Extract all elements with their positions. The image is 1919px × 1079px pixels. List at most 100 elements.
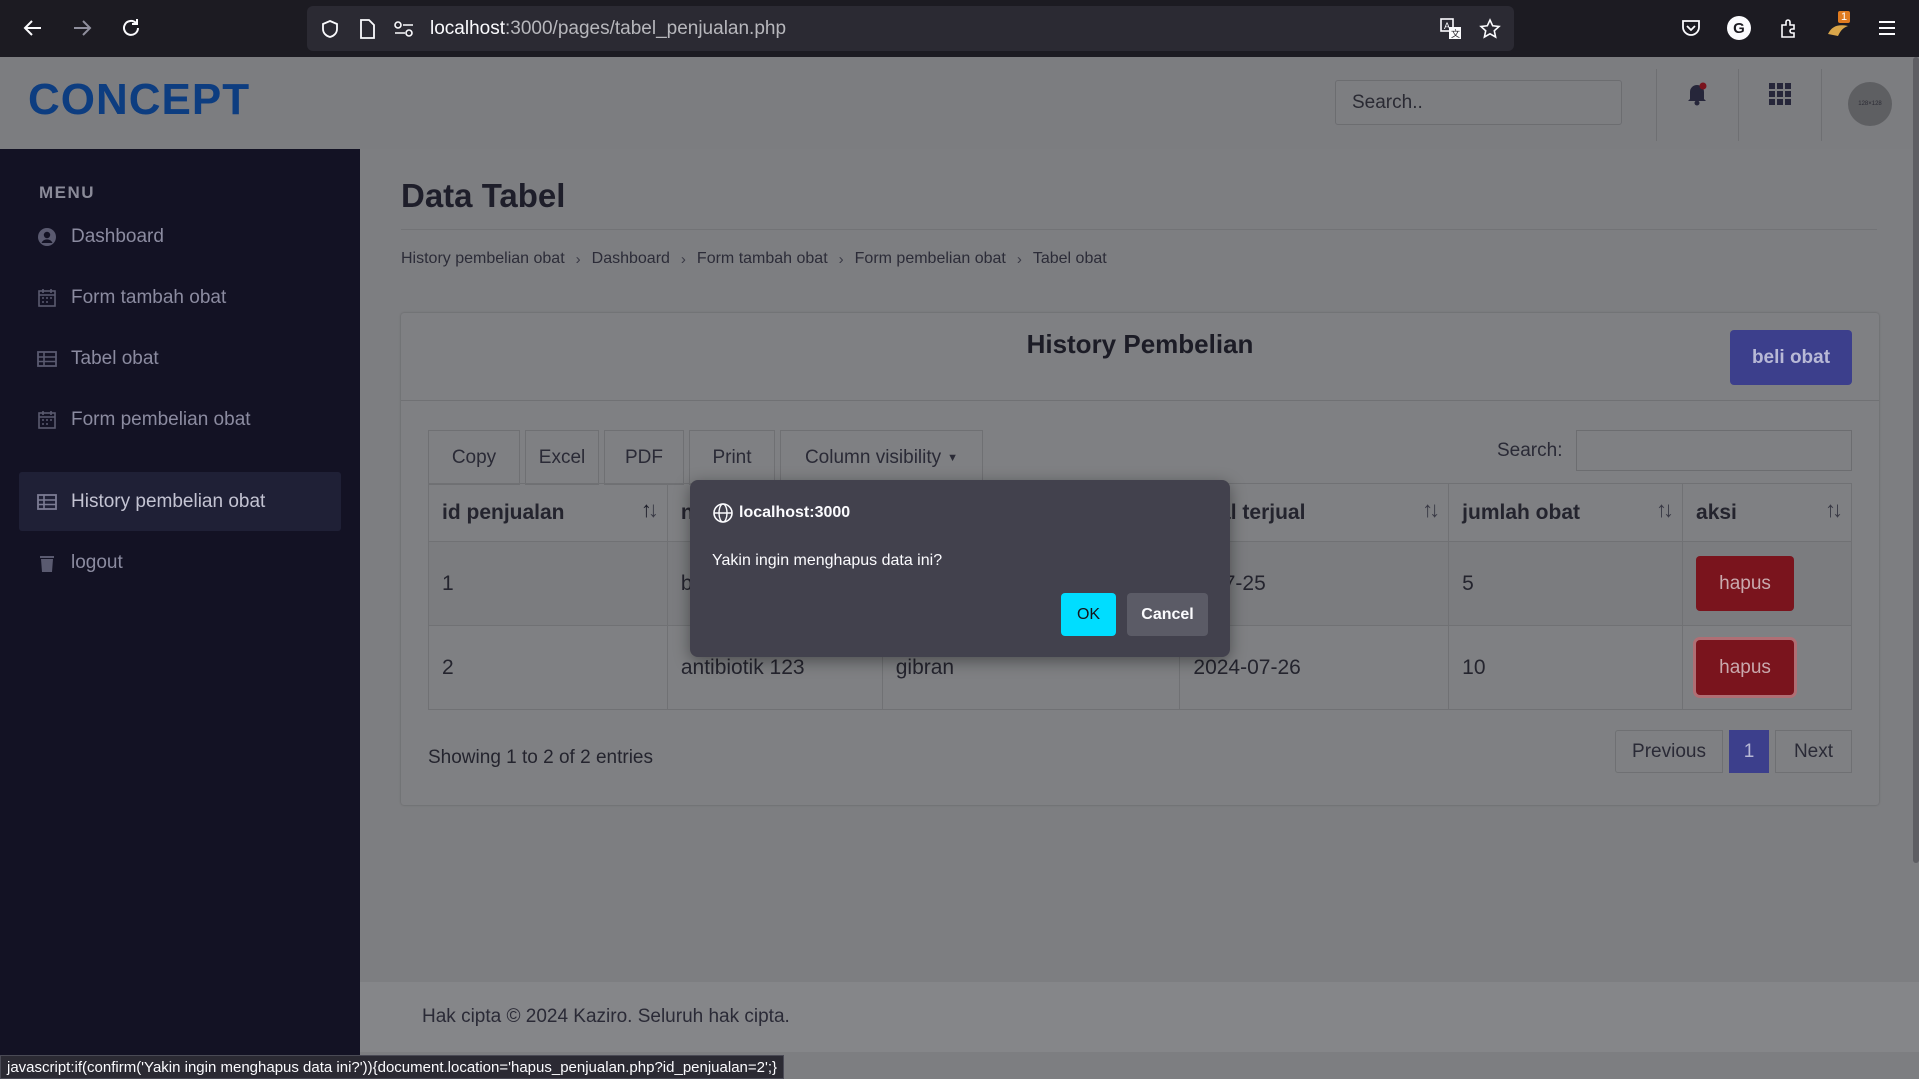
page-icon[interactable] [356,18,378,40]
breadcrumb-item[interactable]: History pembelian obat [401,250,565,268]
back-icon[interactable] [17,12,49,44]
cell-id: 2 [428,625,668,710]
copy-button[interactable]: Copy [428,430,520,485]
cell-jumlah: 10 [1448,625,1684,710]
extension-badge-icon[interactable]: 1 [1826,11,1851,40]
sidebar-item-label: History pembelian obat [71,490,266,512]
cell-aksi: hapus [1682,541,1852,626]
account-icon[interactable]: G [1727,16,1751,40]
sidebar-item-dashboard[interactable]: Dashboard [19,207,341,266]
apps-grid-icon[interactable] [1767,81,1793,107]
breadcrumb: History pembelian obat › Dashboard › Form … [401,250,1107,268]
sort-asc-icon: ↑↓ [640,497,659,522]
extension-badge: 1 [1838,11,1851,23]
cell-id: 1 [428,541,668,626]
header-search-input[interactable]: Search.. [1335,80,1622,125]
sidebar-item-label: Dashboard [71,225,164,247]
column-header-label: aksi [1696,500,1737,524]
top-navbar: CONCEPT Search.. 128×128 [0,57,1919,149]
next-page-button[interactable]: Next [1775,730,1852,773]
svg-text:文: 文 [1451,28,1460,39]
sidebar-item-form-pembelian-obat[interactable]: Form pembelian obat [19,390,341,449]
card-header: History Pembelian beli obat [401,313,1879,401]
sidebar-item-tabel-obat[interactable]: Tabel obat [19,329,341,388]
bell-icon[interactable] [1684,81,1710,107]
card-title: History Pembelian [1026,329,1254,359]
confirm-dialog: localhost:3000 Yakin ingin menghapus dat… [690,480,1230,657]
divider [1656,69,1657,141]
ok-button[interactable]: OK [1061,593,1116,636]
sort-icon: ↑↓ [1656,497,1674,522]
divider [401,229,1877,230]
user-circle-icon [38,228,56,246]
url-bar[interactable]: localhost:3000/pages/tabel_penjualan.php… [307,6,1514,51]
brand-logo[interactable]: CONCEPT [28,75,250,125]
dialog-message: Yakin ingin menghapus data ini? [712,552,943,569]
chevron-right-icon: › [680,250,686,268]
hapus-button[interactable]: hapus [1696,640,1795,695]
bookmark-star-icon[interactable] [1478,17,1502,41]
sidebar: MENU Dashboard Form tambah obat Tabel ob… [0,149,360,1079]
breadcrumb-item[interactable]: Dashboard [592,250,670,268]
hapus-button[interactable]: hapus [1696,556,1795,611]
column-header[interactable]: id penjualan ↑↓ [428,483,668,542]
shield-icon[interactable] [319,18,341,40]
page-title: Data Tabel [401,177,566,214]
globe-icon [713,503,733,523]
cell-aksi: hapus [1682,625,1852,710]
breadcrumb-item[interactable]: Tabel obat [1033,250,1107,268]
table-icon [37,494,57,510]
cancel-button[interactable]: Cancel [1127,593,1208,636]
sidebar-item-form-tambah-obat[interactable]: Form tambah obat [19,268,341,327]
forward-icon[interactable] [66,12,98,44]
copyright-text: Hak cipta © 2024 Kaziro. Seluruh hak cip… [422,1006,790,1027]
sidebar-item-label: Form tambah obat [71,286,227,308]
divider [1821,69,1822,141]
reload-icon[interactable] [115,12,147,44]
pdf-button[interactable]: PDF [604,430,684,485]
translate-icon[interactable]: A文 [1439,17,1463,41]
chevron-right-icon: › [838,250,844,268]
cell-jumlah: 5 [1448,541,1684,626]
extensions-icon[interactable] [1777,16,1801,40]
column-visibility-label: Column visibility [804,446,942,468]
calendar-icon [38,411,56,429]
table-icon [37,351,57,367]
caret-down-icon: ▼ [947,451,959,464]
column-header-label: id penjualan [442,500,565,524]
breadcrumb-item[interactable]: Form pembelian obat [855,250,1006,268]
table-search-input[interactable] [1576,430,1852,471]
breadcrumb-item[interactable]: Form tambah obat [697,250,828,268]
table-search-label: Search: [1497,440,1563,461]
chevron-right-icon: › [1016,250,1022,268]
column-header[interactable]: aksi ↑↓ [1682,483,1852,542]
column-header[interactable]: jumlah obat ↑↓ [1448,483,1684,542]
url-text[interactable]: localhost:3000/pages/tabel_penjualan.php [430,18,786,40]
chevron-right-icon: › [575,250,581,268]
trash-icon [40,555,54,572]
avatar[interactable]: 128×128 [1848,82,1892,126]
browser-toolbar: localhost:3000/pages/tabel_penjualan.php… [0,0,1919,57]
footer: Hak cipta © 2024 Kaziro. Seluruh hak cip… [360,982,1919,1052]
app-menu-icon[interactable] [1875,16,1899,40]
menu-title: MENU [39,183,96,202]
previous-page-button[interactable]: Previous [1615,730,1723,773]
page-1-button[interactable]: 1 [1729,730,1769,773]
status-bar: javascript:if(confirm('Yakin ingin mengh… [0,1055,785,1079]
sidebar-item-label: Form pembelian obat [71,408,251,430]
dialog-origin: localhost:3000 [739,504,851,521]
sidebar-item-history-pembelian-obat[interactable]: History pembelian obat [19,472,341,531]
permissions-icon[interactable] [393,18,415,40]
calendar-icon [38,289,56,307]
beli-obat-button[interactable]: beli obat [1730,330,1852,385]
sidebar-item-label: logout [71,551,123,573]
print-button[interactable]: Print [689,430,775,485]
scrollbar[interactable] [1913,57,1919,863]
column-visibility-button[interactable]: Column visibility ▼ [780,430,983,485]
sort-icon: ↑↓ [1422,497,1440,522]
column-header-label: jumlah obat [1462,500,1581,524]
sort-icon: ↑↓ [1825,497,1843,522]
pocket-icon[interactable] [1679,16,1703,40]
sidebar-item-logout[interactable]: logout [19,533,341,592]
excel-button[interactable]: Excel [525,430,599,485]
